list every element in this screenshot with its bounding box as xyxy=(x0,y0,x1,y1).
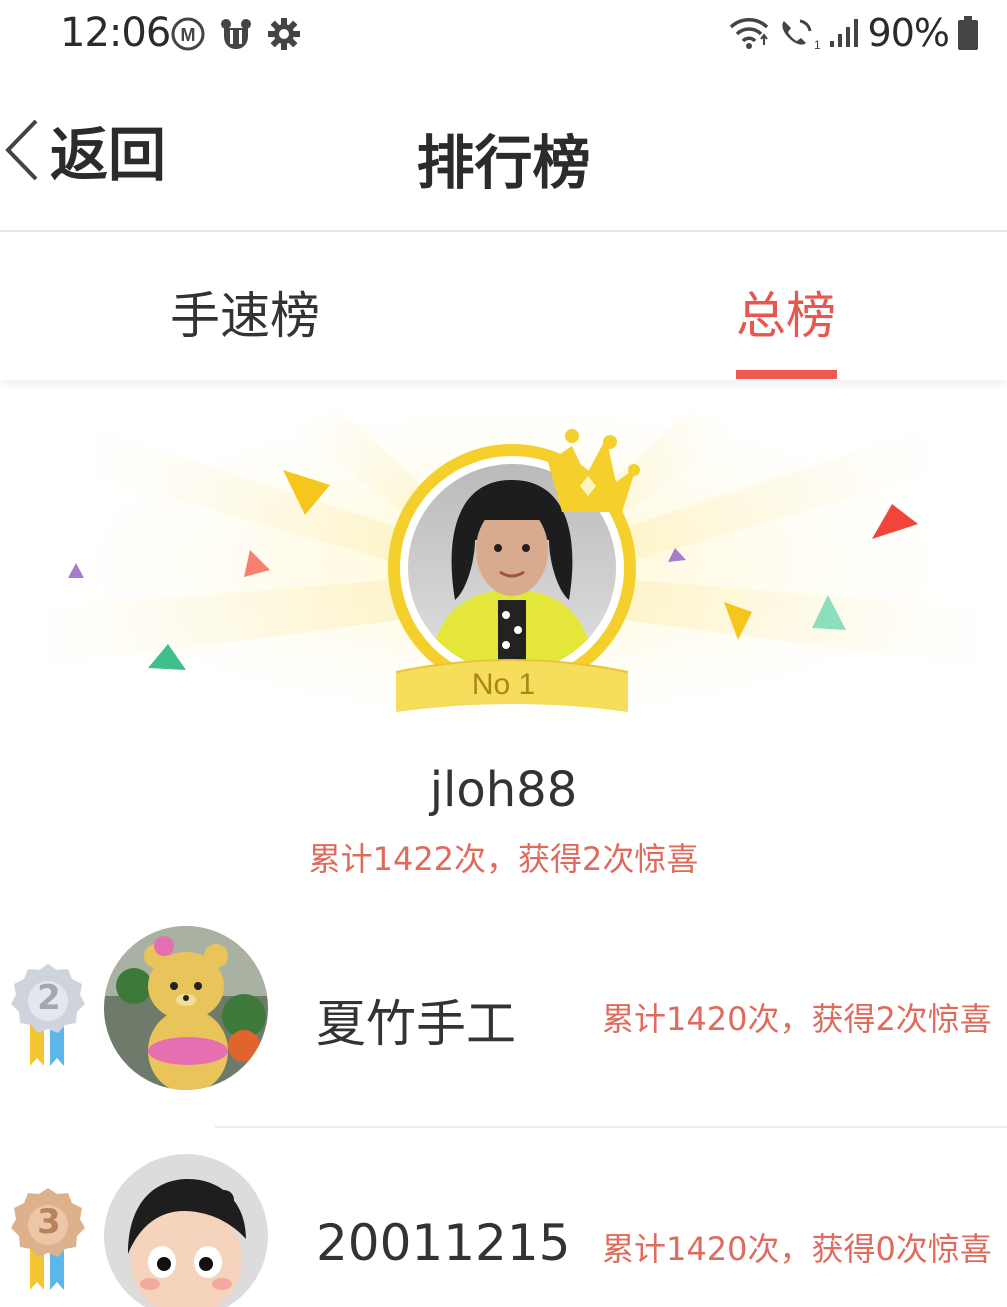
user-name: 20011215 xyxy=(316,1214,571,1272)
wifi-call-icon: 1 xyxy=(781,19,820,51)
tab-bar: 手速榜 总榜 xyxy=(0,232,1007,380)
leaderboard-screen: 12:06 M 1 90% 返回 排行榜 手速榜 总榜 No 1 jloh88 … xyxy=(0,0,1007,1307)
svg-text:1: 1 xyxy=(814,38,820,51)
battery-icon xyxy=(958,16,978,50)
svg-text:M: M xyxy=(181,25,196,45)
page-title: 排行榜 xyxy=(416,129,591,197)
rank-row[interactable]: 2 夏竹手工 累计1420次，获得2次惊喜 xyxy=(0,920,1007,1120)
battery-percentage: 90% xyxy=(867,11,950,55)
user-avatar[interactable] xyxy=(104,1154,268,1307)
rank-number: 2 xyxy=(37,978,61,1018)
user-stat: 累计1420次，获得2次惊喜 xyxy=(602,1000,992,1038)
champion-hero: No 1 xyxy=(0,400,1007,750)
user-avatar[interactable] xyxy=(104,926,268,1090)
m-badge-icon: M xyxy=(171,17,205,51)
nav-bar: 返回 排行榜 xyxy=(0,80,1007,232)
tab-total-ranking[interactable]: 总榜 xyxy=(736,276,836,348)
active-tab-indicator xyxy=(736,370,837,379)
rank-row[interactable]: 3 20011215 累计1420次，获得0次惊喜 xyxy=(0,1140,1007,1307)
notification-icons: M xyxy=(170,12,302,56)
user-stat: 累计1420次，获得0次惊喜 xyxy=(602,1230,992,1268)
system-icons: 1 90% xyxy=(728,10,979,56)
signal-icon xyxy=(829,19,858,47)
settings-gear-icon xyxy=(268,18,300,50)
bear-icon xyxy=(221,19,251,49)
champion-stat: 累计1422次，获得2次惊喜 xyxy=(308,840,699,878)
user-name: 夏竹手工 xyxy=(316,995,516,1053)
wifi-icon xyxy=(729,18,768,49)
champion-badge: No 1 xyxy=(471,668,536,701)
tab-speed-ranking[interactable]: 手速榜 xyxy=(170,276,320,348)
status-bar: 12:06 M 1 90% xyxy=(0,0,1007,70)
champion-username[interactable]: jloh88 xyxy=(0,762,1007,818)
status-time: 12:06 xyxy=(60,10,171,56)
rank-number: 3 xyxy=(37,1202,61,1242)
row-divider xyxy=(215,1126,1007,1128)
